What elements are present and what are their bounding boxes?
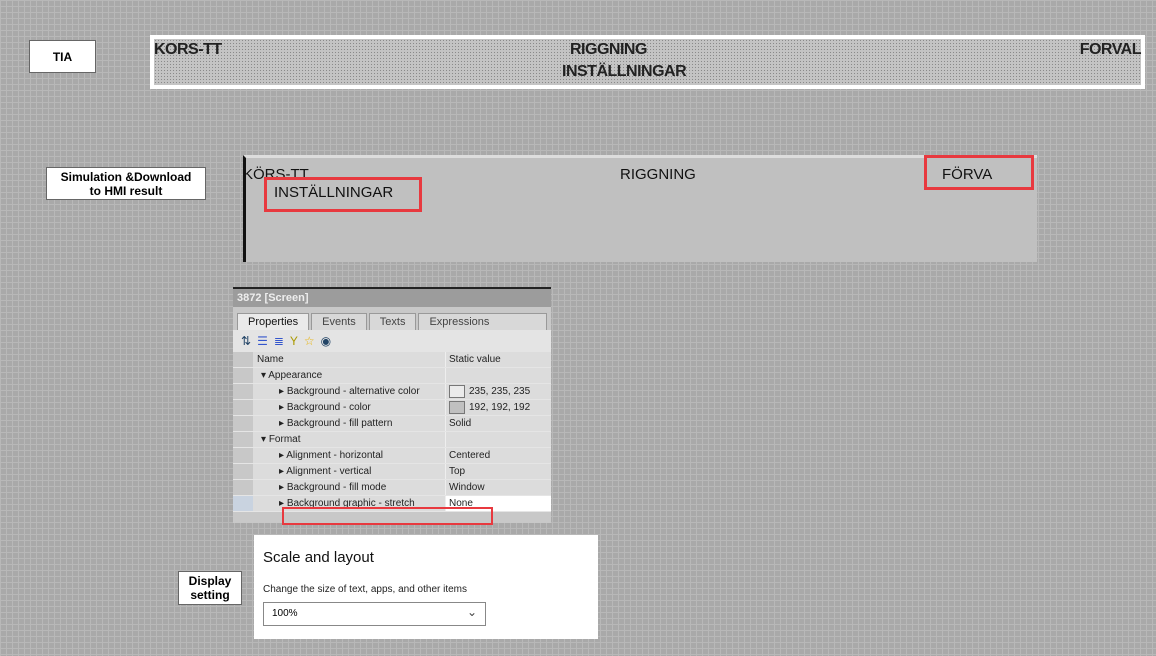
scale-value: 100% [272,608,298,619]
favorites-icon[interactable]: ☆ [304,334,315,348]
property-value: 235, 235, 235 [469,385,531,397]
simulation-label: Simulation &Download to HMI result [46,167,206,200]
panel-title: 3872 [Screen] [233,289,551,307]
tab-texts[interactable]: Texts [368,313,417,330]
expand-icon[interactable]: ▸ [279,482,284,493]
property-value: Top [449,465,466,477]
property-value: Window [449,481,485,493]
scale-dropdown[interactable]: 100% ⌄ [263,602,486,626]
property-name: Alignment - horizontal [286,450,383,461]
property-name: Background - color [286,402,371,413]
property-row[interactable]: ▾ Appearance [233,368,551,384]
property-value: Centered [449,449,491,461]
scale-description: Change the size of text, apps, and other… [263,584,468,595]
header-center-text: RIGGNING [570,41,647,58]
value-column-header[interactable]: Static value [446,352,551,367]
color-swatch[interactable] [449,401,465,414]
property-row[interactable]: ▸ Background - fill mode Window [233,480,551,496]
expand-icon[interactable]: ▾ [261,370,266,381]
expand-icon[interactable]: ▸ [279,418,284,429]
eye-icon[interactable]: ◉ [321,334,331,348]
highlight-box [264,177,422,212]
property-name: Alignment - vertical [286,466,372,477]
tab-properties[interactable]: Properties [237,313,310,330]
property-row[interactable]: ▸ Background - color 192, 192, 192 [233,400,551,416]
properties-panel: 3872 [Screen] Properties Events Texts Ex… [233,287,551,523]
property-row[interactable]: ▸ Alignment - vertical Top [233,464,551,480]
filter-icon[interactable]: Y [290,334,298,348]
chevron-down-icon: ⌄ [466,605,477,619]
expand-icon[interactable]: ▸ [279,386,284,397]
tab-expressions[interactable]: Expressions [418,313,547,330]
highlight-box [282,507,493,525]
property-row[interactable]: ▸ Background - fill pattern Solid [233,416,551,432]
property-name: Background - fill pattern [286,418,393,429]
property-row[interactable]: ▾ Format [233,432,551,448]
property-name: Background - fill mode [286,482,387,493]
property-row[interactable]: ▸ Background - alternative color 235, 235… [233,384,551,400]
scale-title: Scale and layout [263,549,374,566]
tab-events[interactable]: Events [311,313,367,330]
property-name: Format [268,434,301,445]
column-header: Name Static value [233,352,551,368]
property-value: Solid [449,417,472,429]
property-name: Appearance [268,370,323,381]
expand-icon[interactable]: ▸ [279,450,284,461]
list-icon[interactable]: ≣ [274,334,284,348]
header-sub-text: INSTÄLLNINGAR [562,63,687,80]
property-name: Background - alternative color [286,386,420,397]
expand-icon[interactable]: ▸ [279,402,284,413]
property-value: 192, 192, 192 [469,401,531,413]
categorized-icon[interactable]: ☰ [257,334,268,348]
display-setting-label: Display setting [178,571,242,605]
tia-screen-header: KORS-TT RIGGNING FORVAL INSTÄLLNINGAR [150,35,1145,89]
highlight-box [924,155,1034,190]
name-column-header[interactable]: Name [253,352,446,367]
expand-icon[interactable]: ▾ [261,434,266,445]
tia-label: TIA [29,40,96,73]
color-swatch[interactable] [449,385,465,398]
sort-icon[interactable]: ⇅ [241,334,251,348]
display-settings: Scale and layout Change the size of text… [254,535,598,639]
header-right-text: FORVAL [1079,41,1142,58]
expand-icon[interactable]: ▸ [279,466,284,477]
header-center-text: RIGGNING [620,166,696,183]
header-left-text: KORS-TT [154,41,222,58]
property-row[interactable]: ▸ Alignment - horizontal Centered [233,448,551,464]
